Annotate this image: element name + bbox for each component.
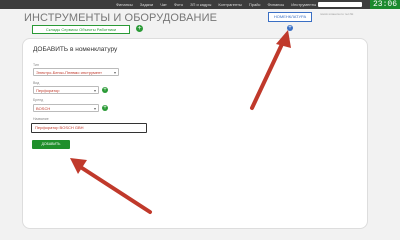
arrow-to-plus-line [250, 40, 285, 110]
annotation-arrows [70, 30, 291, 214]
arrow-to-plus-head [276, 30, 291, 48]
arrow-to-button-line [80, 166, 152, 214]
